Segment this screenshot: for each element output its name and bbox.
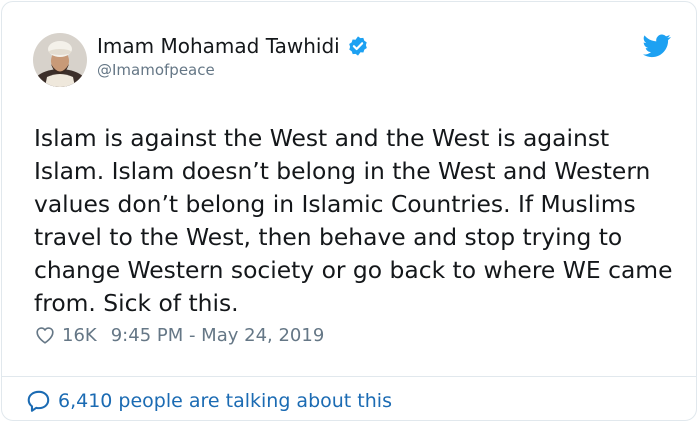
twitter-bird-icon[interactable]: [643, 34, 671, 58]
heart-icon[interactable]: [34, 324, 56, 346]
talking-text[interactable]: 6,410 people are talking about this: [58, 390, 392, 412]
author-handle[interactable]: @Imamofpeace: [97, 61, 215, 79]
like-count[interactable]: 16K: [62, 325, 97, 346]
avatar[interactable]: [33, 33, 87, 87]
divider: [2, 376, 696, 377]
author-name[interactable]: Imam Mohamad Tawhidi: [97, 34, 369, 58]
author-name-text[interactable]: Imam Mohamad Tawhidi: [97, 34, 340, 58]
tweet-text: Islam is against the West and the West i…: [34, 124, 673, 317]
tweet-meta: 16K 9:45 PM - May 24, 2019: [34, 324, 324, 346]
speech-bubble-icon: [27, 390, 50, 412]
tweet-card: Imam Mohamad Tawhidi @Imamofpeace Islam …: [1, 1, 697, 421]
talking-link[interactable]: 6,410 people are talking about this: [26, 388, 392, 414]
verified-badge-icon: [348, 36, 367, 56]
timestamp[interactable]: 9:45 PM - May 24, 2019: [111, 325, 325, 346]
